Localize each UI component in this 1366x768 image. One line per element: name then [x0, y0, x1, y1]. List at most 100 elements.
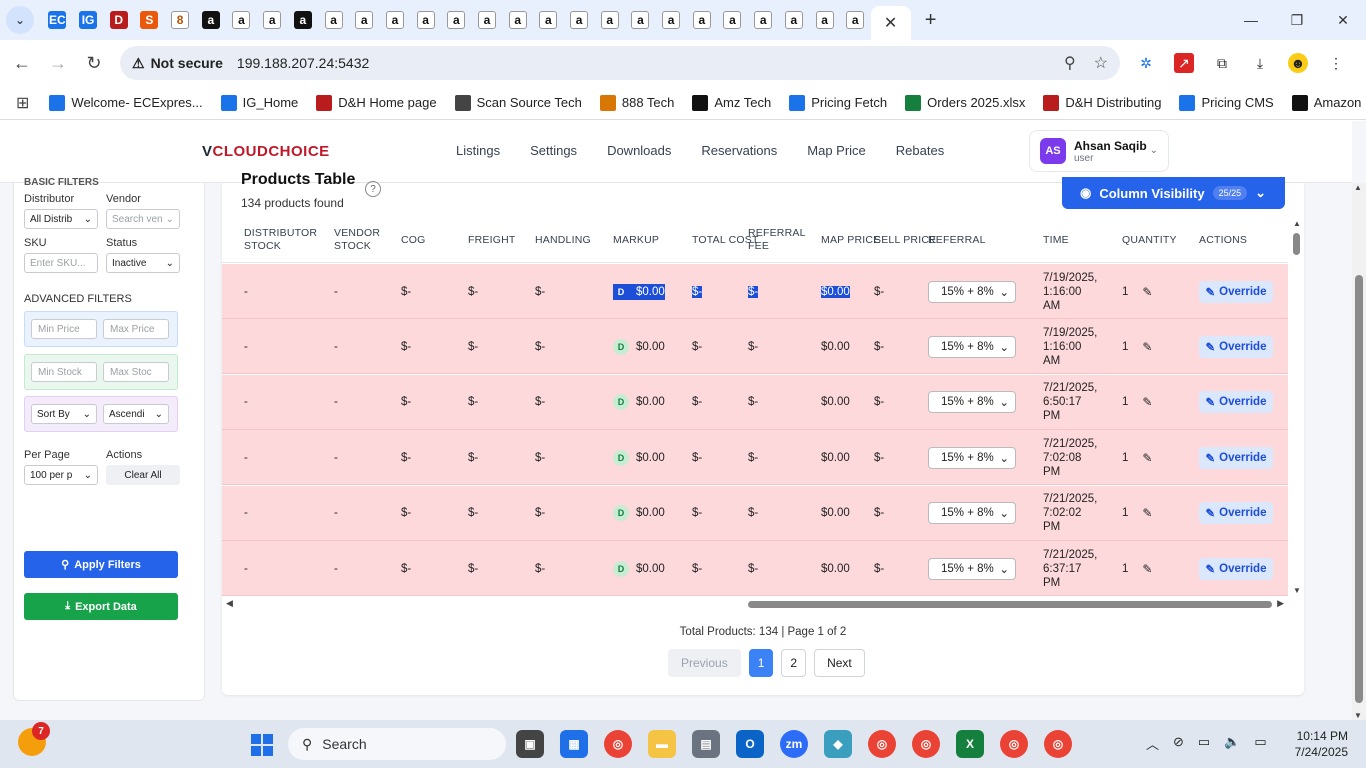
- browser-tab[interactable]: a: [502, 5, 533, 35]
- browser-tab[interactable]: a: [564, 5, 595, 35]
- edit-icon[interactable]: ✎: [1142, 340, 1152, 354]
- export-data-button[interactable]: ⤓ Export Data: [24, 593, 178, 620]
- browser-tab[interactable]: a: [226, 5, 257, 35]
- sort-by-select[interactable]: Sort By ⌄: [31, 404, 97, 424]
- browser-tab[interactable]: a: [410, 5, 441, 35]
- page-1-button[interactable]: 1: [748, 649, 774, 677]
- nav-listings[interactable]: Listings: [456, 143, 500, 158]
- override-button[interactable]: ✎ Override: [1199, 446, 1273, 469]
- network-icon[interactable]: ⊘: [1173, 734, 1184, 753]
- table-row[interactable]: - - $- $- $- D $0.00 $- $- $0.00 $- 15% + 8% ⌄ 7/21/2…: [222, 374, 1288, 430]
- browser-tab[interactable]: a: [257, 5, 288, 35]
- sort-order-select[interactable]: Ascendi ⌄: [103, 404, 169, 424]
- bookmark-item[interactable]: Pricing CMS: [1179, 94, 1274, 111]
- zoom-icon[interactable]: zm: [780, 730, 808, 758]
- browser-tab[interactable]: a: [380, 5, 411, 35]
- browser-tab[interactable]: a: [656, 5, 687, 35]
- browser-tab[interactable]: EC: [42, 5, 73, 35]
- status-select[interactable]: Inactive ⌄: [106, 253, 180, 273]
- zoom-icon[interactable]: ⚲: [1064, 53, 1076, 73]
- min-price-input[interactable]: Min Price: [31, 319, 97, 339]
- help-icon[interactable]: ?: [365, 181, 381, 197]
- browser-tab[interactable]: a: [779, 5, 810, 35]
- apply-filters-button[interactable]: ⚲ Apply Filters: [24, 551, 178, 578]
- column-header-handling[interactable]: HANDLING: [535, 217, 591, 263]
- pdf-extension-icon[interactable]: ↗: [1174, 53, 1194, 73]
- min-stock-input[interactable]: Min Stock: [31, 362, 97, 382]
- store-icon[interactable]: ▦: [560, 730, 588, 758]
- back-icon[interactable]: ←: [4, 45, 40, 81]
- browser-tab[interactable]: a: [288, 5, 319, 35]
- browser-tab[interactable]: a: [349, 5, 380, 35]
- chrome-profile-icon[interactable]: ◎: [1044, 730, 1072, 758]
- column-visibility-button[interactable]: ◉ Column Visibility 25/25 ⌄: [1062, 177, 1285, 209]
- file-explorer-icon[interactable]: ▬: [648, 730, 676, 758]
- scroll-right-icon[interactable]: ▶: [1277, 598, 1284, 609]
- edit-icon[interactable]: ✎: [1142, 451, 1152, 465]
- calculator-icon[interactable]: ▤: [692, 730, 720, 758]
- nav-rebates[interactable]: Rebates: [896, 143, 944, 158]
- forward-icon[interactable]: →: [40, 45, 76, 81]
- referral-select[interactable]: 15% + 8% ⌄: [928, 502, 1016, 525]
- excel-icon[interactable]: X: [956, 730, 984, 758]
- url-text[interactable]: 199.188.207.24:5432: [237, 55, 369, 71]
- column-header-dist[interactable]: DISTRIBUTOR STOCK: [244, 217, 317, 263]
- browser-menu-icon[interactable]: ⋮: [1326, 53, 1346, 73]
- download-icon[interactable]: ⤓: [1250, 53, 1270, 73]
- browser-tab[interactable]: a: [318, 5, 349, 35]
- bookmark-item[interactable]: IG_Home: [220, 94, 298, 111]
- override-button[interactable]: ✎ Override: [1199, 502, 1273, 525]
- table-row[interactable]: - - $- $- $- D $0.00 $- $- $0.00 $- 15% + 8% ⌄ 7/21/2…: [222, 485, 1288, 541]
- browser-tab[interactable]: a: [717, 5, 748, 35]
- bookmark-item[interactable]: Welcome- ECExpres...: [49, 94, 203, 111]
- override-button[interactable]: ✎ Override: [1199, 335, 1273, 358]
- page-2-button[interactable]: 2: [781, 649, 807, 677]
- table-row[interactable]: - - $- $- $- D $0.00 $- $- $0.00 $- 15% + 8% ⌄ 7/21/2…: [222, 541, 1288, 596]
- table-horizontal-scrollbar[interactable]: ◀ ▶: [226, 598, 1284, 610]
- active-tab[interactable]: ✕: [870, 6, 911, 40]
- address-bar[interactable]: ⚠ Not secure 199.188.207.24:5432 ⚲ ☆: [120, 46, 1120, 80]
- table-row[interactable]: - - $- $- $- D $0.00 $- $- $0.00 $- 15% + 8% ⌄ 7/19/2…: [222, 319, 1288, 375]
- browser-tab[interactable]: D: [103, 5, 134, 35]
- bookmark-item[interactable]: Amazon: [1291, 94, 1361, 111]
- app-diamond-icon[interactable]: ◆: [824, 730, 852, 758]
- page-vertical-scrollbar[interactable]: ▲ ▼: [1352, 183, 1366, 720]
- column-header-freight[interactable]: FREIGHT: [468, 217, 515, 263]
- edit-icon[interactable]: ✎: [1142, 506, 1152, 520]
- bookmark-star-icon[interactable]: ☆: [1094, 53, 1108, 73]
- browser-tab[interactable]: IG: [73, 5, 104, 35]
- browser-tab[interactable]: a: [594, 5, 625, 35]
- bookmark-item[interactable]: D&H Distributing: [1043, 94, 1161, 111]
- max-price-input[interactable]: Max Price: [103, 319, 169, 339]
- volume-icon[interactable]: 🔈: [1224, 734, 1240, 753]
- browser-tab[interactable]: a: [809, 5, 840, 35]
- reload-icon[interactable]: ↻: [76, 45, 112, 81]
- browser-tab[interactable]: a: [686, 5, 717, 35]
- battery-icon[interactable]: ▭: [1254, 734, 1266, 753]
- apps-grid-icon[interactable]: ⊞: [16, 93, 29, 113]
- max-stock-input[interactable]: Max Stoc: [103, 362, 169, 382]
- nav-downloads[interactable]: Downloads: [607, 143, 671, 158]
- browser-tab[interactable]: a: [195, 5, 226, 35]
- bookmark-item[interactable]: Scan Source Tech: [454, 94, 582, 111]
- clock[interactable]: 10:14 PM 7/24/2025: [1290, 728, 1348, 760]
- referral-select[interactable]: 15% + 8% ⌄: [928, 280, 1016, 303]
- maximize-icon[interactable]: ❐: [1274, 0, 1320, 40]
- referral-select[interactable]: 15% + 8% ⌄: [928, 557, 1016, 580]
- browser-tab[interactable]: S: [134, 5, 165, 35]
- scroll-up-icon[interactable]: ▲: [1292, 219, 1302, 228]
- bookmark-item[interactable]: Pricing Fetch: [789, 94, 887, 111]
- table-vertical-scrollbar[interactable]: ▲ ▼: [1292, 219, 1302, 595]
- per-page-select[interactable]: 100 per p ⌄: [24, 465, 98, 485]
- table-row[interactable]: - - $- $- $- D $0.00 $- $- $0.00 $- 15% + 8% ⌄ 7/19/2…: [222, 264, 1288, 319]
- edit-icon[interactable]: ✎: [1142, 285, 1152, 299]
- browser-tab[interactable]: a: [748, 5, 779, 35]
- scroll-up-icon[interactable]: ▲: [1354, 183, 1362, 192]
- puzzle-extensions-icon[interactable]: ⧉: [1212, 53, 1232, 73]
- override-button[interactable]: ✎ Override: [1199, 280, 1273, 303]
- extension-icon[interactable]: ✲: [1136, 53, 1156, 73]
- referral-select[interactable]: 15% + 8% ⌄: [928, 335, 1016, 358]
- close-window-icon[interactable]: ✕: [1320, 0, 1366, 40]
- security-indicator[interactable]: ⚠ Not secure: [132, 55, 223, 72]
- vendor-search-input[interactable]: Search ven ⌄: [106, 209, 180, 229]
